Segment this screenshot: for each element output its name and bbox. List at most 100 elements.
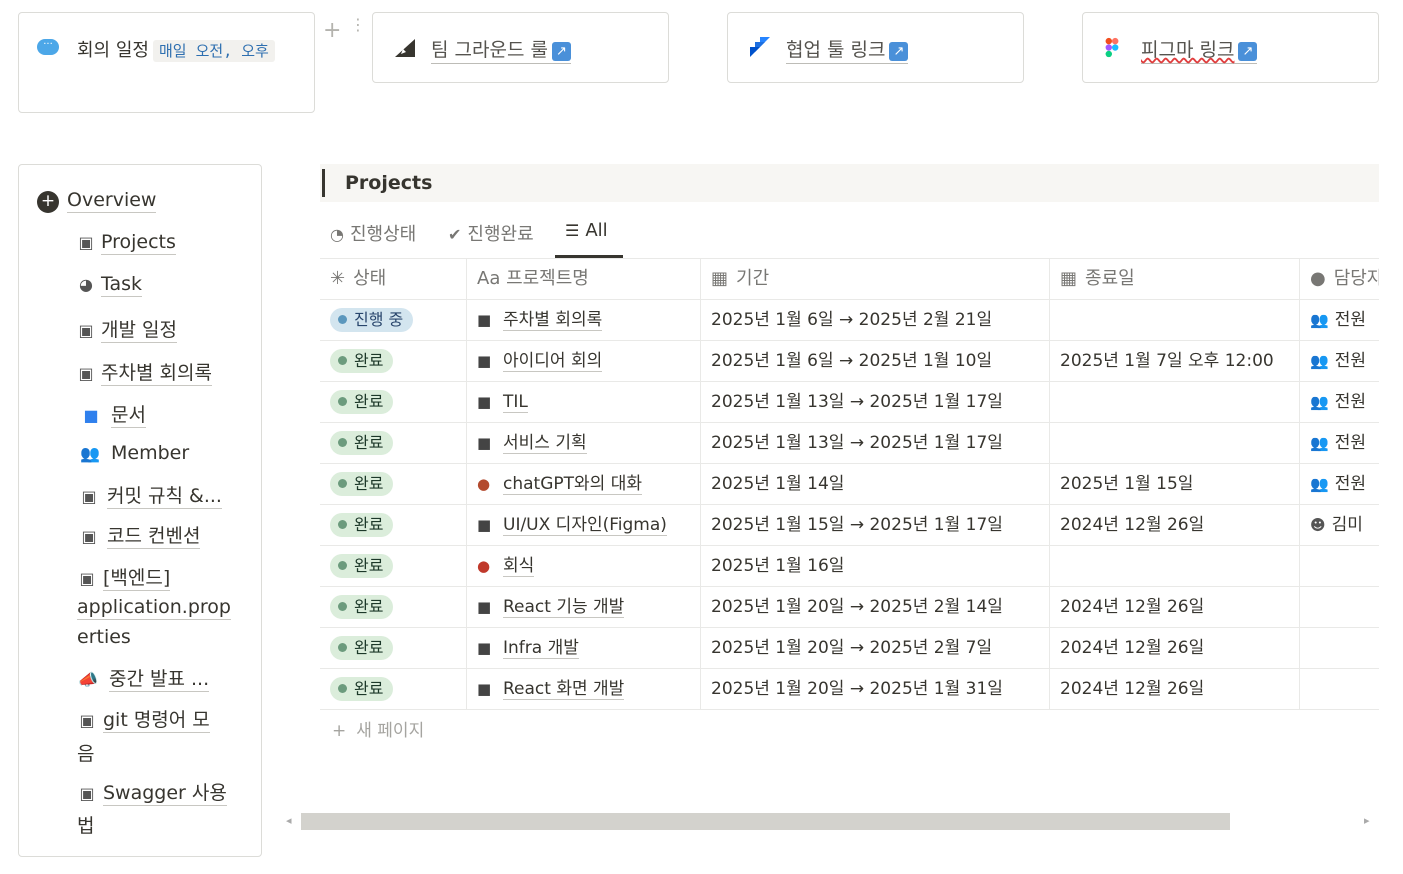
column-header-period[interactable]: ▦ 기간 — [701, 259, 1050, 300]
tab-all[interactable]: ☰ All — [565, 220, 608, 241]
toc-item-midterm-presentation[interactable]: 📣 중간 발표 ... — [77, 664, 210, 692]
toc-item-member[interactable]: 👥 Member — [77, 442, 189, 464]
toc-item-task[interactable]: ◕ Task — [77, 273, 143, 297]
toc-item-swagger-usage-line2[interactable]: 법 — [77, 811, 94, 838]
toc-item-dev-schedule[interactable]: ▣ 개발 일정 — [77, 315, 177, 343]
toc-item-code-convention[interactable]: ▣ 코드 컨벤션 — [79, 521, 201, 549]
toc-item-projects[interactable]: ▣ Projects — [77, 231, 176, 255]
toc-item-git-commands[interactable]: ▣ git 명령어 모 — [77, 705, 210, 733]
link-card-collab-tools[interactable]: 협업 툴 링크 ↗ — [727, 12, 1024, 83]
table-row[interactable]: 완료 ● 회식 2025년 1월 16일 — [320, 546, 1379, 587]
avatar: ☻ — [1310, 516, 1326, 534]
project-name[interactable]: Infra 개발 — [503, 638, 579, 659]
period-cell[interactable]: 2025년 1월 20일 → 2025년 2월 14일 — [701, 587, 1050, 628]
project-name[interactable]: React 화면 개발 — [503, 679, 625, 700]
end-date-cell[interactable]: 2025년 1월 15일 — [1050, 464, 1300, 505]
table-row[interactable]: 완료 ■ 아이디어 회의 2025년 1월 6일 → 2025년 1월 10일 2… — [320, 341, 1379, 382]
table-row[interactable]: 진행 중 ■ 주차별 회의록 2025년 1월 6일 → 2025년 2월 21일… — [320, 300, 1379, 341]
scroll-right-arrow-icon[interactable]: ▸ — [1364, 814, 1370, 827]
column-header-end-date[interactable]: ▦ 종료일 — [1050, 259, 1300, 300]
add-block-icon[interactable]: + — [323, 18, 341, 43]
period-cell[interactable]: 2025년 1월 6일 → 2025년 1월 10일 — [701, 341, 1050, 382]
owner-cell: 전원 — [1334, 392, 1366, 412]
project-name[interactable]: UI/UX 디자인(Figma) — [503, 515, 667, 536]
status-badge[interactable]: 완료 — [330, 390, 394, 414]
end-date-cell[interactable]: 2024년 12월 26일 — [1050, 505, 1300, 546]
owner-cell[interactable] — [1300, 546, 1379, 587]
column-header-name[interactable]: Aa 프로젝트명 — [467, 259, 701, 300]
project-name[interactable]: React 기능 개발 — [503, 597, 625, 618]
status-badge[interactable]: 완료 — [330, 554, 394, 578]
period-cell[interactable]: 2025년 1월 20일 → 2025년 2월 7일 — [701, 628, 1050, 669]
status-badge[interactable]: 완료 — [330, 513, 394, 537]
scroll-left-arrow-icon[interactable]: ◂ — [286, 814, 292, 827]
end-date-cell[interactable] — [1050, 423, 1300, 464]
toc-item-swagger-usage[interactable]: ▣ Swagger 사용 — [77, 778, 227, 806]
end-date-cell[interactable] — [1050, 546, 1300, 587]
project-name[interactable]: 회식 — [503, 556, 535, 577]
status-badge[interactable]: 완료 — [330, 677, 394, 701]
new-page-button[interactable]: + 새 페이지 — [320, 711, 1379, 752]
end-date-cell[interactable]: 2024년 12월 26일 — [1050, 669, 1300, 710]
callout-code: 매일 오전, 오후 — [152, 40, 275, 62]
period-cell[interactable]: 2025년 1월 20일 → 2025년 1월 31일 — [701, 669, 1050, 710]
end-date-cell[interactable]: 2024년 12월 26일 — [1050, 628, 1300, 669]
database-title[interactable]: Projects — [345, 172, 432, 194]
tab-in-progress[interactable]: ◔ 진행상태 — [330, 220, 416, 246]
group-icon: 👥 — [1310, 393, 1329, 411]
folder-icon: ■ — [477, 311, 492, 329]
status-badge[interactable]: 완료 — [330, 472, 394, 496]
table-row[interactable]: 완료 ■ TIL 2025년 1월 13일 → 2025년 1월 17일 👥 전원 — [320, 382, 1379, 423]
status-badge[interactable]: 완료 — [330, 431, 394, 455]
period-cell[interactable]: 2025년 1월 14일 — [701, 464, 1050, 505]
end-date-cell[interactable] — [1050, 300, 1300, 341]
status-property-icon: ✳ — [330, 268, 346, 289]
project-name[interactable]: 주차별 회의록 — [503, 310, 603, 331]
period-cell[interactable]: 2025년 1월 13일 → 2025년 1월 17일 — [701, 423, 1050, 464]
table-row[interactable]: 완료 ■ React 화면 개발 2025년 1월 20일 → 2025년 1월 … — [320, 669, 1379, 710]
jira-icon — [750, 37, 770, 57]
toc-item-documents[interactable]: ■ 문서 — [81, 400, 146, 428]
external-link-icon: ↗ — [889, 42, 909, 61]
period-cell[interactable]: 2025년 1월 13일 → 2025년 1월 17일 — [701, 382, 1050, 423]
toc-item-commit-rules[interactable]: ▣ 커밋 규칙 &... — [79, 481, 222, 509]
project-name[interactable]: chatGPT와의 대화 — [503, 474, 642, 495]
horizontal-scrollbar[interactable] — [301, 813, 1230, 830]
owner-cell[interactable] — [1300, 669, 1379, 710]
project-name[interactable]: 아이디어 회의 — [503, 351, 603, 372]
toc-item-weekly-minutes[interactable]: ▣ 주차별 회의록 — [77, 358, 212, 386]
table-row[interactable]: 완료 ■ React 기능 개발 2025년 1월 20일 → 2025년 2월 … — [320, 587, 1379, 628]
end-date-cell[interactable]: 2024년 12월 26일 — [1050, 587, 1300, 628]
period-cell[interactable]: 2025년 1월 15일 → 2025년 1월 17일 — [701, 505, 1050, 546]
owner-cell[interactable] — [1300, 628, 1379, 669]
table-row[interactable]: 완료 ■ Infra 개발 2025년 1월 20일 → 2025년 2월 7일 … — [320, 628, 1379, 669]
link-card-figma[interactable]: 피그마 링크 ↗ — [1082, 12, 1379, 83]
status-badge[interactable]: 완료 — [330, 349, 394, 373]
owner-cell[interactable] — [1300, 587, 1379, 628]
toc-item-git-commands-line2[interactable]: 음 — [77, 739, 94, 766]
status-badge[interactable]: 진행 중 — [330, 308, 414, 332]
table-row[interactable]: 완료 ● chatGPT와의 대화 2025년 1월 14일 2025년 1월 1… — [320, 464, 1379, 505]
external-link-icon: ↗ — [1238, 42, 1258, 61]
tab-completed[interactable]: ✔ 진행완료 — [448, 220, 534, 246]
figma-icon — [1105, 37, 1119, 58]
status-badge[interactable]: 완료 — [330, 595, 394, 619]
toc-item-backend-properties[interactable]: ▣ [백엔드] — [77, 563, 171, 591]
toc-item-backend-properties-line2[interactable]: application.prop — [77, 596, 231, 620]
table-row[interactable]: 완료 ■ 서비스 기획 2025년 1월 13일 → 2025년 1월 17일 👥… — [320, 423, 1379, 464]
column-header-owner[interactable]: ● 담당자 — [1300, 259, 1379, 300]
period-cell[interactable]: 2025년 1월 16일 — [701, 546, 1050, 587]
toc-item-overview[interactable]: + Overview — [37, 189, 157, 213]
column-header-status[interactable]: ✳ 상태 — [320, 259, 467, 300]
table-row[interactable]: 완료 ■ UI/UX 디자인(Figma) 2025년 1월 15일 → 2025… — [320, 505, 1379, 546]
link-card-ground-rule[interactable]: 팀 그라운드 룰 ↗ — [372, 12, 669, 83]
status-badge[interactable]: 완료 — [330, 636, 394, 660]
period-cell[interactable]: 2025년 1월 6일 → 2025년 2월 21일 — [701, 300, 1050, 341]
end-date-cell[interactable] — [1050, 382, 1300, 423]
end-date-cell[interactable]: 2025년 1월 7일 오후 12:00 — [1050, 341, 1300, 382]
project-name[interactable]: 서비스 기획 — [503, 433, 587, 454]
callout-text: 회의 일정 매일 오전, 오후 — [77, 35, 297, 67]
link-page-icon: ▣ — [81, 487, 97, 506]
toc-item-backend-properties-line3[interactable]: erties — [77, 626, 131, 648]
project-name[interactable]: TIL — [503, 392, 528, 413]
